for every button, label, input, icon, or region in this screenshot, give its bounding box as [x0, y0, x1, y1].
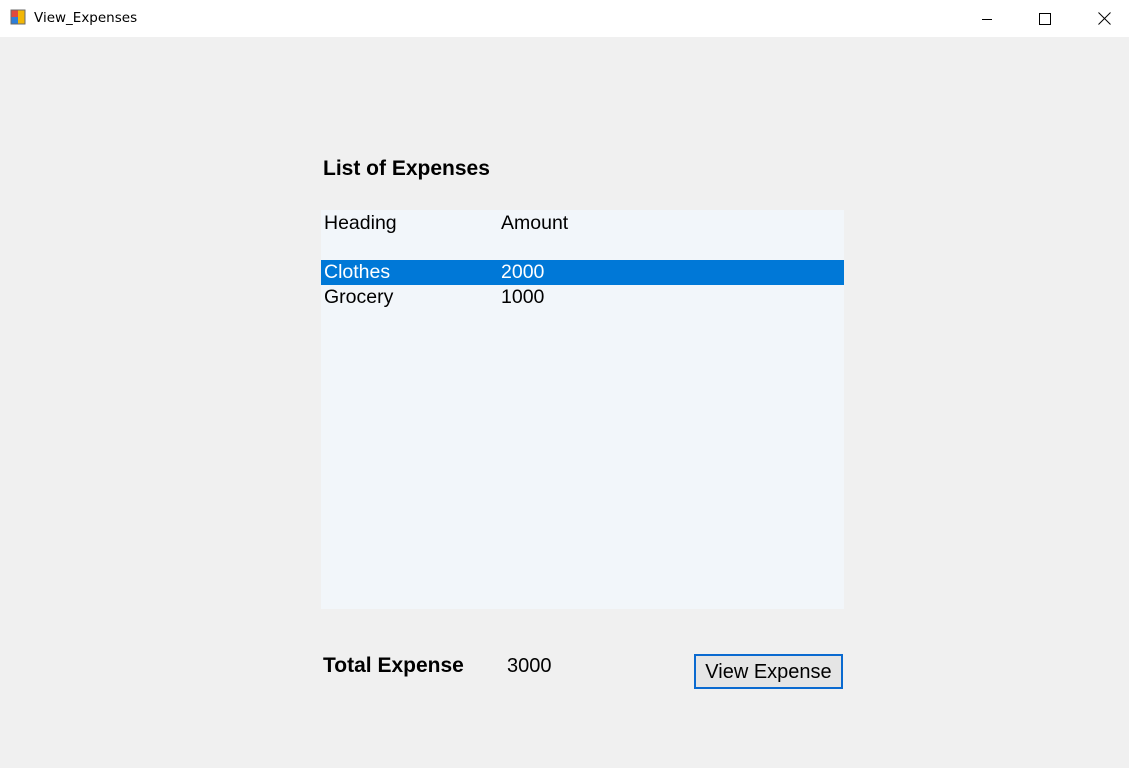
title-bar[interactable]: View_Expenses [0, 0, 1129, 37]
column-header-amount[interactable]: Amount [501, 211, 568, 235]
list-item[interactable]: Grocery 1000 [321, 285, 844, 310]
expenses-listview[interactable]: Heading Amount Clothes 2000 Grocery 1000 [321, 210, 844, 609]
maximize-button[interactable] [1016, 0, 1074, 37]
minimize-button[interactable] [958, 0, 1016, 37]
item-heading: Grocery [324, 286, 394, 308]
item-amount: 2000 [501, 261, 545, 283]
column-header-heading[interactable]: Heading [324, 211, 397, 235]
minimize-icon [981, 13, 993, 25]
listview-header: Heading Amount [321, 210, 844, 236]
maximize-icon [1039, 12, 1051, 25]
total-expense-value: 3000 [507, 655, 552, 677]
item-heading: Clothes [324, 261, 391, 283]
view-expense-button[interactable]: View Expense [694, 654, 843, 689]
item-amount: 1000 [501, 286, 545, 308]
list-item[interactable]: Clothes 2000 [321, 260, 844, 285]
list-title: List of Expenses [323, 157, 490, 180]
close-button[interactable] [1075, 0, 1129, 37]
total-expense-label: Total Expense [323, 654, 464, 677]
close-icon [1097, 12, 1111, 25]
window-title: View_Expenses [34, 10, 138, 26]
app-icon [10, 9, 26, 25]
